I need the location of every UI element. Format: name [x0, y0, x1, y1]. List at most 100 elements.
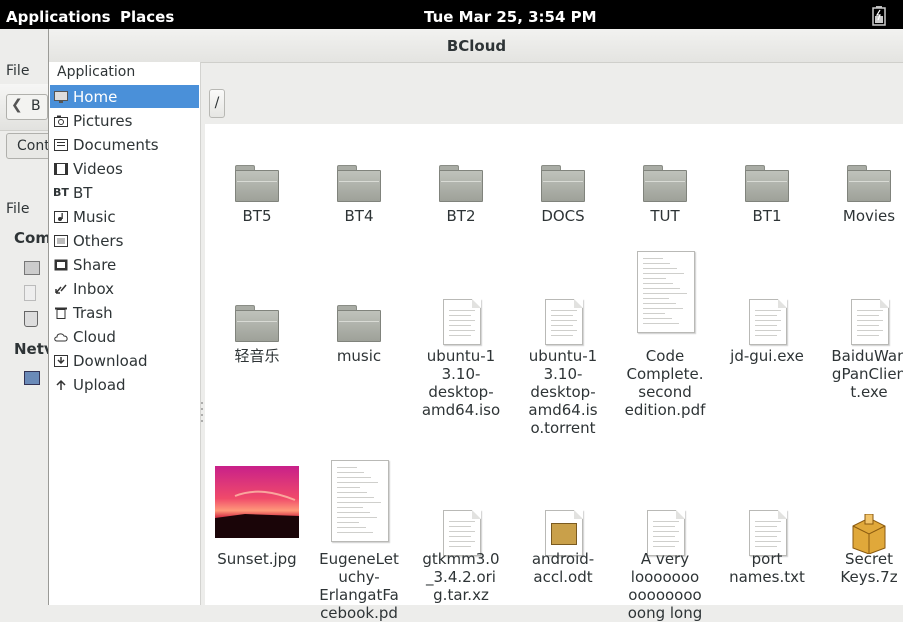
sidebar-item-trash[interactable]: Trash: [50, 301, 199, 324]
applications-menu[interactable]: Applications: [6, 8, 111, 26]
sidebar: Application Home Pictures Documents Videos B…: [49, 62, 201, 605]
sidebar-item-music[interactable]: Music: [50, 205, 199, 228]
file-item[interactable]: ubuntu-1 3.10- desktop- amd64.iso: [411, 259, 511, 419]
home-icon: [24, 261, 40, 275]
bcloud-window: BCloud Application Home Pictures Documents…: [48, 29, 903, 622]
folder-item[interactable]: BT4: [309, 119, 409, 259]
top-panel: Applications Places Tue Mar 25, 3:54 PM: [0, 0, 903, 29]
bg-back-button[interactable]: ❮ B: [6, 94, 48, 120]
bg-toolbar: ❮ B: [0, 84, 48, 131]
share-icon: [53, 258, 69, 272]
sidebar-item-label: Inbox: [73, 279, 115, 298]
pane-resize-handle[interactable]: [201, 399, 203, 429]
path-root-button[interactable]: /: [209, 89, 225, 118]
file-name-label: DOCS: [541, 207, 585, 225]
cloud-icon: [53, 330, 69, 344]
upload-icon: [53, 378, 69, 392]
sidebar-item-label: Upload: [73, 375, 126, 394]
folder-icon: [235, 165, 279, 203]
file-name-label: BT2: [446, 207, 476, 225]
folder-item[interactable]: 轻音乐: [207, 259, 307, 399]
file-item[interactable]: EugeneLet uchy- ErlangatFa cebook.pd: [309, 460, 409, 622]
file-item[interactable]: port names.txt: [717, 470, 817, 610]
sidebar-item-share[interactable]: Share: [50, 253, 199, 276]
file-item[interactable]: Code Complete. second edition.pdf: [615, 251, 715, 419]
sidebar-item-label: Home: [73, 87, 118, 106]
folder-icon: [337, 305, 381, 343]
sidebar-item-label: Documents: [73, 135, 159, 154]
camera-icon: [53, 114, 69, 128]
bg-section-computer: Com: [14, 229, 51, 247]
file-item[interactable]: jd-gui.exe: [717, 259, 817, 399]
download-icon: [53, 354, 69, 368]
file-name-label: android- accl.odt: [531, 550, 595, 586]
film-icon: [53, 162, 69, 176]
folder-item[interactable]: TUT: [615, 119, 715, 259]
folder-icon: [541, 165, 585, 203]
file-item[interactable]: A very looooooo oooooooo oong long: [615, 470, 715, 622]
sidebar-item-label: Pictures: [73, 111, 133, 130]
document-icon: [851, 299, 889, 345]
sidebar-header: Application: [57, 64, 136, 80]
bt-icon: BT: [53, 186, 69, 199]
sidebar-item-label: Download: [73, 351, 148, 370]
places-menu[interactable]: Places: [120, 8, 174, 26]
monitor-icon: [53, 90, 69, 104]
file-name-label: BT1: [752, 207, 782, 225]
file-name-label: Sunset.jpg: [217, 550, 297, 568]
file-name-label: Movies: [842, 207, 896, 225]
file-name-label: port names.txt: [729, 550, 805, 586]
clock[interactable]: Tue Mar 25, 3:54 PM: [424, 8, 597, 26]
folder-item[interactable]: BT1: [717, 119, 817, 259]
sidebar-item-label: Others: [73, 231, 124, 250]
music-icon: [53, 210, 69, 224]
bg-menu-file[interactable]: File: [6, 63, 29, 79]
file-item[interactable]: ubuntu-1 3.10- desktop- amd64.is o.torre…: [513, 259, 613, 437]
file-name-label: Code Complete. second edition.pdf: [624, 347, 706, 419]
folder-item[interactable]: BT2: [411, 119, 511, 259]
file-item[interactable]: Secret Keys.7z: [819, 470, 903, 610]
others-icon: [53, 234, 69, 248]
file-name-label: BT5: [242, 207, 272, 225]
folder-item[interactable]: music: [309, 259, 409, 399]
trash-icon: [53, 306, 69, 320]
sidebar-item-documents[interactable]: Documents: [50, 133, 199, 156]
folder-icon: [337, 165, 381, 203]
image-thumbnail-icon: [215, 466, 299, 542]
file-item[interactable]: Sunset.jpg: [207, 466, 307, 610]
document-icon: [443, 299, 481, 345]
bg-menu-file-2[interactable]: File: [6, 201, 29, 217]
file-name-label: A very looooooo oooooooo oong long: [627, 550, 703, 622]
sidebar-item-label: Music: [73, 207, 116, 226]
folder-item[interactable]: Movies: [819, 119, 903, 259]
file-name-label: BaiduWan gPanClien t.exe: [831, 347, 903, 401]
folder-item[interactable]: DOCS: [513, 119, 613, 259]
file-name-label: jd-gui.exe: [730, 347, 804, 365]
document-icon: [637, 251, 695, 333]
sidebar-item-home[interactable]: Home: [50, 85, 199, 108]
document-icon: [545, 299, 583, 345]
sidebar-item-upload[interactable]: Upload: [50, 373, 199, 396]
sidebar-item-bt[interactable]: BT BT: [50, 181, 199, 204]
sidebar-item-download[interactable]: Download: [50, 349, 199, 372]
sidebar-item-cloud[interactable]: Cloud: [50, 325, 199, 348]
document-icon: [749, 299, 787, 345]
sidebar-item-others[interactable]: Others: [50, 229, 199, 252]
battery-icon[interactable]: [872, 6, 886, 30]
sidebar-item-videos[interactable]: Videos: [50, 157, 199, 180]
file-name-label: ubuntu-1 3.10- desktop- amd64.iso: [421, 347, 501, 419]
sidebar-item-pictures[interactable]: Pictures: [50, 109, 199, 132]
sidebar-item-label: Trash: [73, 303, 113, 322]
title-bar[interactable]: BCloud: [49, 29, 903, 63]
folder-item[interactable]: BT5: [207, 119, 307, 259]
file-item[interactable]: android- accl.odt: [513, 470, 613, 610]
file-item[interactable]: gtkmm3.0 _3.4.2.ori g.tar.xz: [411, 470, 511, 610]
inbox-icon: [53, 282, 69, 296]
sidebar-item-inbox[interactable]: Inbox: [50, 277, 199, 300]
sidebar-item-label: Share: [73, 255, 117, 274]
file-name-label: BT4: [344, 207, 374, 225]
file-name-label: gtkmm3.0 _3.4.2.ori g.tar.xz: [422, 550, 500, 604]
file-name-label: music: [336, 347, 382, 365]
file-item[interactable]: BaiduWan gPanClien t.exe: [819, 259, 903, 401]
folder-icon: [235, 305, 279, 343]
